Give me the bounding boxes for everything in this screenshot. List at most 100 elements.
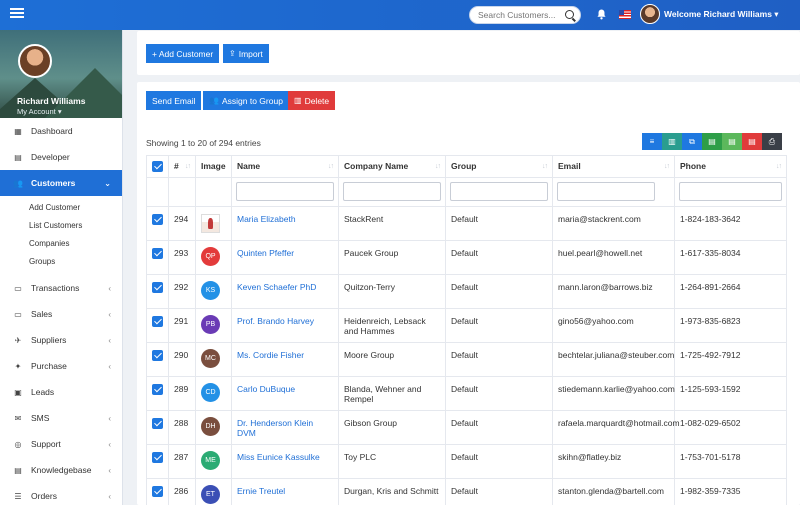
cell-phone: 1-725-492-7912 [674, 342, 787, 377]
user-avatar[interactable] [640, 4, 660, 24]
row-select-cell [146, 240, 169, 275]
us-flag-icon[interactable] [619, 10, 631, 19]
customer-name-link[interactable]: Carlo DuBuque [231, 376, 339, 411]
row-checkbox[interactable] [152, 486, 163, 497]
sidebar-item-transactions[interactable]: ▭ Transactions ‹ [0, 275, 122, 301]
filter-cell [195, 177, 232, 207]
cell-group: Default [445, 342, 553, 377]
pdf-icon[interactable]: ▤ [742, 133, 762, 150]
filter-cell [338, 177, 446, 207]
subnav-add-customer[interactable]: Add Customer [0, 199, 122, 217]
cell-image: DH [195, 410, 232, 445]
sidebar-item-leads[interactable]: ▣ Leads [0, 379, 122, 405]
column-header-company[interactable]: Company Name ↓↑ [338, 155, 446, 178]
customer-initials-avatar: KS [201, 281, 220, 300]
header-label: Name [237, 161, 261, 171]
table-row: 292 KS Keven Schaefer PhD Quitzon-Terry Defa… [146, 274, 787, 309]
cell-company: StackRent [338, 206, 446, 241]
developer-icon: ▤ [14, 152, 22, 162]
transactions-icon: ▭ [14, 283, 22, 293]
sidebar-item-sales[interactable]: ▭ Sales ‹ [0, 301, 122, 327]
cell-company: Blanda, Wehner and Rempel [338, 376, 446, 411]
sort-icon: ↓↑ [542, 163, 548, 170]
sidebar-item-knowledgebase[interactable]: ▤ Knowledgebase ‹ [0, 457, 122, 483]
column-header-group[interactable]: Group ↓↑ [445, 155, 553, 178]
customer-name-link[interactable]: Prof. Brando Harvey [231, 308, 339, 343]
cell-phone: 1-264-891-2664 [674, 274, 787, 309]
column-header-id[interactable]: # ↓↑ [168, 155, 196, 178]
profile-avatar[interactable] [18, 44, 52, 78]
sidebar-item-label: Developer [31, 152, 70, 162]
sidebar-item-label: Orders [31, 491, 57, 501]
header-label: Email [558, 161, 581, 171]
sidebar-nav: ▦ Dashboard ▤ Developer 👥 Customers ⌄ Add Cu… [0, 118, 122, 505]
list-icon[interactable]: ≡ [642, 133, 662, 150]
assign-group-button[interactable]: 👥 Assign to Group [203, 91, 289, 110]
send-email-button[interactable]: Send Email [146, 91, 202, 110]
delete-button[interactable]: ▥ Delete [288, 91, 336, 110]
sort-icon: ↓↑ [435, 163, 441, 170]
search-icon[interactable] [565, 10, 574, 19]
users-icon: 👥 [209, 96, 219, 105]
header-label: # [174, 161, 179, 171]
excel-icon[interactable]: ▤ [702, 133, 722, 150]
column-header-email[interactable]: Email ↓↑ [552, 155, 675, 178]
company-filter-input[interactable] [343, 182, 441, 201]
subnav-groups[interactable]: Groups [0, 253, 122, 271]
customer-name-link[interactable]: Quinten Pfeffer [231, 240, 339, 275]
email-filter-input[interactable] [557, 182, 655, 201]
sidebar-item-sms[interactable]: ✉ SMS ‹ [0, 405, 122, 431]
cell-phone: 1-082-029-6502 [674, 410, 787, 445]
column-header-phone[interactable]: Phone ↓↑ [674, 155, 787, 178]
group-filter-input[interactable] [450, 182, 548, 201]
add-customer-button[interactable]: + Add Customer [146, 44, 220, 63]
sidebar-item-orders[interactable]: ☰ Orders ‹ [0, 483, 122, 505]
row-checkbox[interactable] [152, 452, 163, 463]
subnav-list-customers[interactable]: List Customers [0, 217, 122, 235]
cell-image [195, 206, 232, 241]
sidebar-item-customers[interactable]: 👥 Customers ⌄ [0, 170, 122, 196]
copy-icon[interactable]: ⧉ [682, 133, 702, 150]
select-all-checkbox[interactable] [152, 161, 163, 172]
sidebar-item-suppliers[interactable]: ✈ Suppliers ‹ [0, 327, 122, 353]
cell-email: skihn@flatley.biz [552, 444, 675, 479]
customer-initials-avatar: ME [201, 451, 220, 470]
row-checkbox[interactable] [152, 384, 163, 395]
sidebar-item-developer[interactable]: ▤ Developer [0, 144, 122, 170]
row-select-cell [146, 444, 169, 479]
sidebar-item-support[interactable]: ◎ Support ‹ [0, 431, 122, 457]
subnav-companies[interactable]: Companies [0, 235, 122, 253]
row-checkbox[interactable] [152, 214, 163, 225]
row-checkbox[interactable] [152, 282, 163, 293]
row-checkbox[interactable] [152, 248, 163, 259]
row-checkbox[interactable] [152, 316, 163, 327]
my-account-link[interactable]: My Account [17, 107, 62, 116]
customer-name-link[interactable]: Keven Schaefer PhD [231, 274, 339, 309]
row-checkbox[interactable] [152, 418, 163, 429]
sidebar-item-purchase[interactable]: ✦ Purchase ‹ [0, 353, 122, 379]
sort-icon: ↓↑ [776, 163, 782, 170]
column-header-name[interactable]: Name ↓↑ [231, 155, 339, 178]
hamburger-menu-icon[interactable] [10, 8, 24, 20]
row-checkbox[interactable] [152, 350, 163, 361]
customer-name-link[interactable]: Ernie Treutel [231, 478, 339, 505]
print-icon[interactable]: ⎙ [762, 133, 782, 150]
top-bar: Welcome Richard Williams ▾ [0, 0, 800, 30]
customer-initials-avatar: DH [201, 417, 220, 436]
customer-name-link[interactable]: Miss Eunice Kassulke [231, 444, 339, 479]
welcome-user-dropdown[interactable]: Welcome Richard Williams ▾ [664, 9, 779, 20]
csv-icon[interactable]: ▤ [722, 133, 742, 150]
import-button[interactable]: ⇪ Import [223, 44, 269, 63]
sidebar-item-dashboard[interactable]: ▦ Dashboard [0, 118, 122, 144]
table-header-row: # ↓↑ Image Name ↓↑ Company Name ↓↑ Group ↓↑ … [146, 155, 787, 178]
cell-id: 293 [168, 240, 196, 275]
cell-id: 294 [168, 206, 196, 241]
phone-filter-input[interactable] [679, 182, 782, 201]
columns-icon[interactable]: ▥ [662, 133, 682, 150]
customer-name-link[interactable]: Ms. Cordie Fisher [231, 342, 339, 377]
profile-banner: Richard Williams My Account [0, 30, 122, 118]
bell-icon[interactable] [597, 9, 606, 20]
customer-name-link[interactable]: Dr. Henderson Klein DVM [231, 410, 339, 445]
customer-name-link[interactable]: Maria Elizabeth [231, 206, 339, 241]
name-filter-input[interactable] [236, 182, 334, 201]
